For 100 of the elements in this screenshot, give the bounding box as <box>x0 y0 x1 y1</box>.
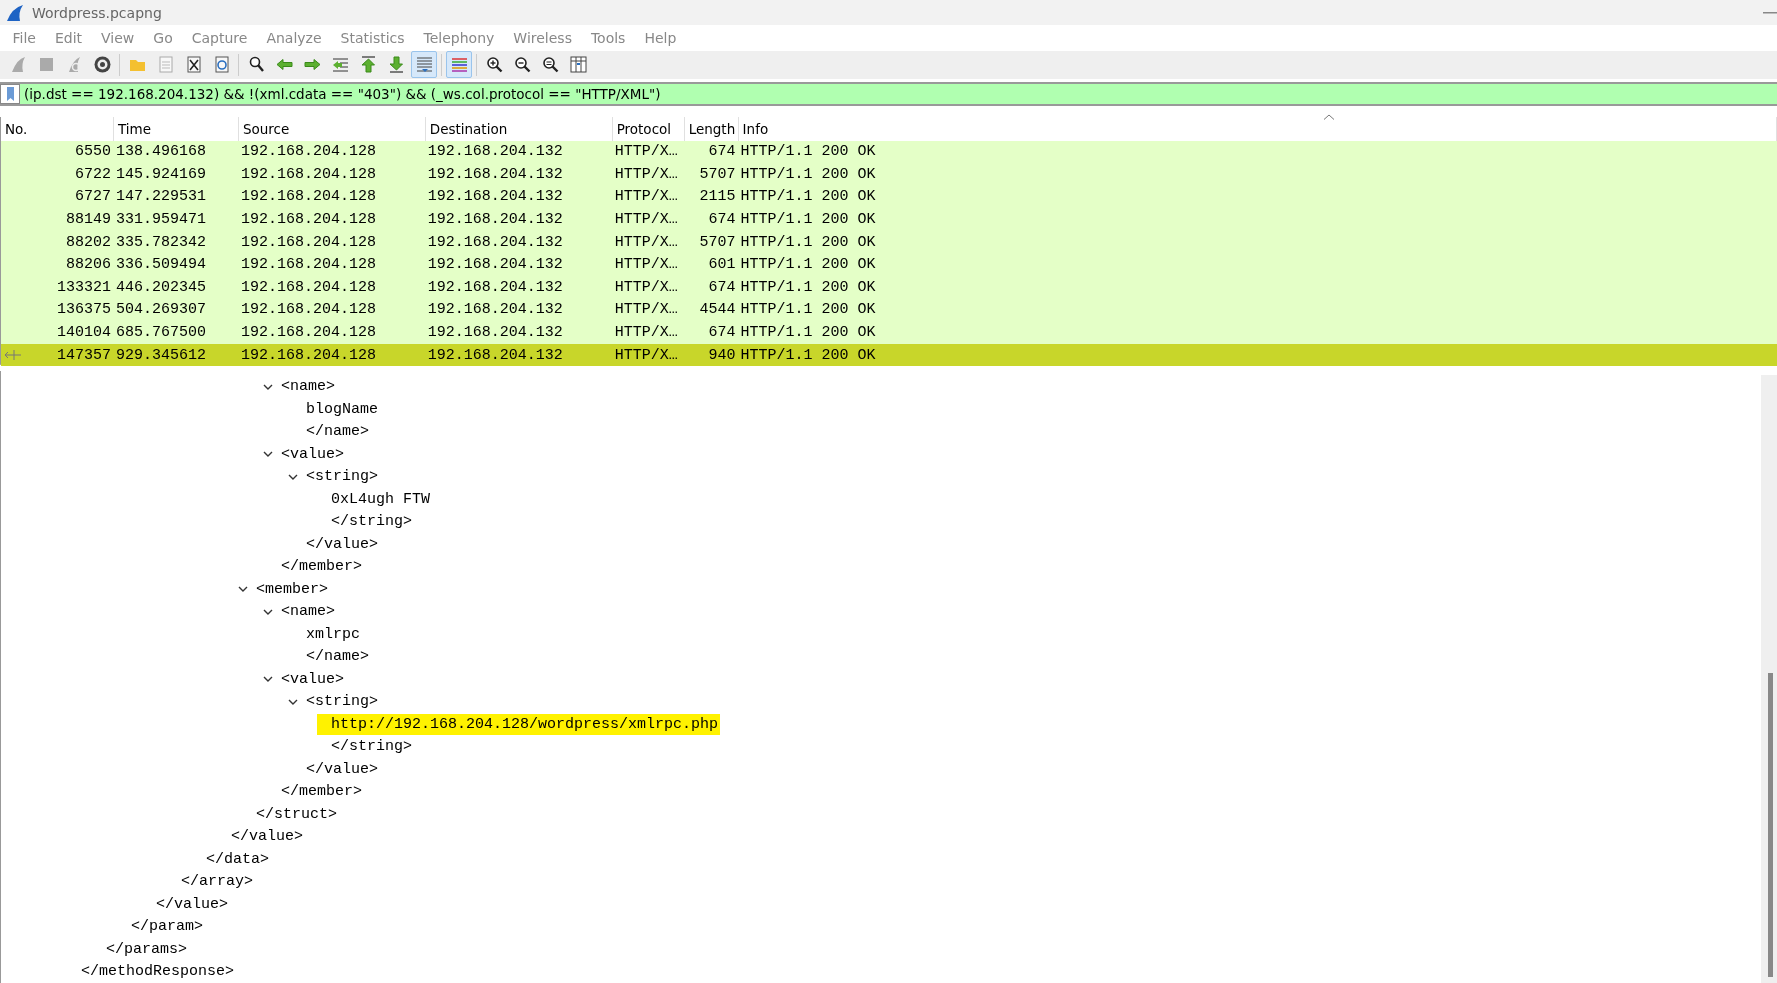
column-header[interactable]: Info <box>738 116 1777 141</box>
table-cell-text: 192.168.204.132 <box>426 210 564 231</box>
table-cell-text: 192.168.204.128 <box>239 300 377 321</box>
tree-item[interactable]: <string> <box>306 468 378 486</box>
bookmark-icon[interactable] <box>0 83 20 104</box>
column-header[interactable]: Destination <box>425 116 613 141</box>
tree-item[interactable]: <member> <box>256 580 328 598</box>
tree-item[interactable]: </array> <box>181 873 253 891</box>
table-cell-text: HTTP/X… <box>613 323 679 344</box>
table-cell-text: 192.168.204.132 <box>426 300 564 321</box>
packet-row[interactable]: 88202 335.782342 192.168.204.128 192.168.204.132 HTTP/X… 5707 HTTP/1.1 200 OK <box>1 230 1777 254</box>
tree-item[interactable]: </member> <box>281 783 362 801</box>
tree-item[interactable]: </data> <box>206 850 269 868</box>
filter-bar[interactable]: (ip.dst == 192.168.204.132) && !(xml.cdata == "403") && (_ws.col.protocol == "HTTP/XML") <box>0 81 1777 106</box>
column-header[interactable]: No. <box>1 116 114 141</box>
scrollbar-thumb[interactable] <box>1768 672 1773 977</box>
tree-item[interactable]: </value> <box>306 535 378 553</box>
zoom-in-icon <box>484 55 504 75</box>
tree-item[interactable]: <name> <box>281 603 335 621</box>
tree-item[interactable]: blogName <box>306 400 378 418</box>
menu-item[interactable]: Statistics <box>331 30 415 46</box>
table-cell-text: HTTP/1.1 200 OK <box>739 187 877 208</box>
tree-item[interactable]: </name> <box>306 648 369 666</box>
packet-row[interactable]: 133321 446.202345 192.168.204.128 192.168.204.132 HTTP/X… 674 HTTP/1.1 200 OK <box>1 276 1777 299</box>
table-cell-text: 674 <box>707 142 737 163</box>
tree-item[interactable]: <value> <box>281 670 344 688</box>
zoom-out-icon <box>512 55 532 75</box>
table-cell-text: 940 <box>707 345 737 366</box>
menu-item[interactable]: Go <box>143 30 183 46</box>
tree-item[interactable]: <name> <box>281 378 335 396</box>
column-header[interactable]: Length <box>684 116 739 141</box>
table-cell-text: 192.168.204.128 <box>239 232 377 253</box>
table-cell-text: 504.269307 <box>114 300 207 321</box>
menu-item[interactable]: Telephony <box>414 30 504 46</box>
tree-item[interactable]: 0xL4ugh FTW <box>331 490 431 508</box>
tree-item[interactable]: </methodResponse> <box>81 963 235 981</box>
table-cell-text: 192.168.204.132 <box>426 142 564 163</box>
table-cell-text: 192.168.204.132 <box>426 164 564 185</box>
shark-fin-icon <box>6 3 24 22</box>
column-header[interactable]: Protocol <box>612 116 685 141</box>
table-cell-text: HTTP/1.1 200 OK <box>739 164 877 185</box>
packet-row[interactable]: 88149 331.959471 192.168.204.128 192.168.204.132 HTTP/X… 674 HTTP/1.1 200 OK <box>1 208 1777 231</box>
tree-item[interactable]: </value> <box>231 828 303 846</box>
chevron-down-icon[interactable] <box>263 449 273 459</box>
column-header[interactable]: Source <box>238 116 426 141</box>
table-cell-text: 192.168.204.128 <box>239 255 377 276</box>
table-cell-text: 192.168.204.132 <box>426 232 564 253</box>
menu-item[interactable]: Capture <box>182 30 257 46</box>
chevron-down-icon[interactable] <box>263 674 273 684</box>
chevron-down-icon[interactable] <box>238 584 248 594</box>
tree-item[interactable]: <string> <box>306 693 378 711</box>
table-cell-text: 929.345612 <box>114 345 207 366</box>
tree-item[interactable]: </struct> <box>256 805 337 823</box>
tree-item[interactable]: </string> <box>331 738 412 756</box>
menu-item[interactable]: Tools <box>581 30 635 46</box>
tree-item[interactable]: </value> <box>306 760 378 778</box>
table-cell-text: HTTP/1.1 200 OK <box>739 277 877 298</box>
striped-lines-icon <box>449 55 469 75</box>
packet-row[interactable]: 6550 138.496168 192.168.204.128 192.168.204.132 HTTP/X… 674 HTTP/1.1 200 OK <box>1 140 1777 164</box>
packet-row[interactable]: 140104 685.767500 192.168.204.128 192.168.204.132 HTTP/X… 674 HTTP/1.1 200 OK <box>1 321 1777 344</box>
table-cell-text: HTTP/X… <box>613 277 679 298</box>
table-cell-text: HTTP/1.1 200 OK <box>739 255 877 276</box>
packet-row[interactable]: 6722 145.924169 192.168.204.128 192.168.204.132 HTTP/X… 5707 HTTP/1.1 200 OK <box>1 163 1777 186</box>
packet-row[interactable]: 6727 147.229531 192.168.204.128 192.168.204.132 HTTP/X… 2115 HTTP/1.1 200 OK <box>1 185 1777 209</box>
tree-item[interactable]: </member> <box>281 558 362 576</box>
menu-item[interactable]: Edit <box>45 30 92 46</box>
column-header[interactable]: Time <box>113 116 239 141</box>
menu-item[interactable]: Wireless <box>503 30 582 46</box>
table-cell-text: HTTP/X… <box>613 345 679 366</box>
table-cell-text: 6727 <box>73 187 112 208</box>
table-cell-text: HTTP/X… <box>613 164 679 185</box>
table-cell-text: HTTP/X… <box>613 300 679 321</box>
table-cell-text: 192.168.204.132 <box>426 277 564 298</box>
tree-item[interactable]: <value> <box>281 445 344 463</box>
tree-item[interactable]: </name> <box>306 423 369 441</box>
tree-item[interactable]: </value> <box>156 895 228 913</box>
tree-item[interactable]: xmlrpc <box>306 625 360 643</box>
tree-item[interactable]: </params> <box>106 940 187 958</box>
menu-item[interactable]: File <box>3 30 46 46</box>
table-cell-text: 192.168.204.132 <box>426 255 564 276</box>
tree-item[interactable]: http://192.168.204.128/wordpress/xmlrpc.php <box>317 713 721 735</box>
tree-item[interactable]: </param> <box>131 918 203 936</box>
menu-item[interactable]: Help <box>634 30 686 46</box>
table-cell-text: 674 <box>707 323 737 344</box>
packet-row[interactable]: 136375 504.269307 192.168.204.128 192.168.204.132 HTTP/X… 4544 HTTP/1.1 200 OK <box>1 298 1777 322</box>
table-cell-text: 192.168.204.128 <box>239 323 377 344</box>
menu-item[interactable]: View <box>91 30 144 46</box>
sort-caret-icon <box>1323 113 1335 120</box>
scroll-icon <box>414 55 434 75</box>
menu-item[interactable]: Analyze <box>256 30 332 46</box>
table-cell-text: HTTP/1.1 200 OK <box>739 345 877 366</box>
scrollbar[interactable] <box>1761 374 1777 983</box>
table-cell-text: 147357 <box>55 345 112 366</box>
table-cell-text: 192.168.204.132 <box>426 345 564 366</box>
tree-item[interactable]: </string> <box>331 513 412 531</box>
table-cell-text: 6550 <box>73 142 112 163</box>
packet-row[interactable]: 147357 929.345612 192.168.204.128 192.168.204.132 HTTP/X… 940 HTTP/1.1 200 OK <box>1 343 1777 367</box>
window-title: Wordpress.pcapng <box>32 4 162 21</box>
packet-row[interactable]: 88206 336.509494 192.168.204.128 192.168.204.132 HTTP/X… 601 HTTP/1.1 200 OK <box>1 253 1777 277</box>
table-cell-text: 674 <box>707 210 737 231</box>
